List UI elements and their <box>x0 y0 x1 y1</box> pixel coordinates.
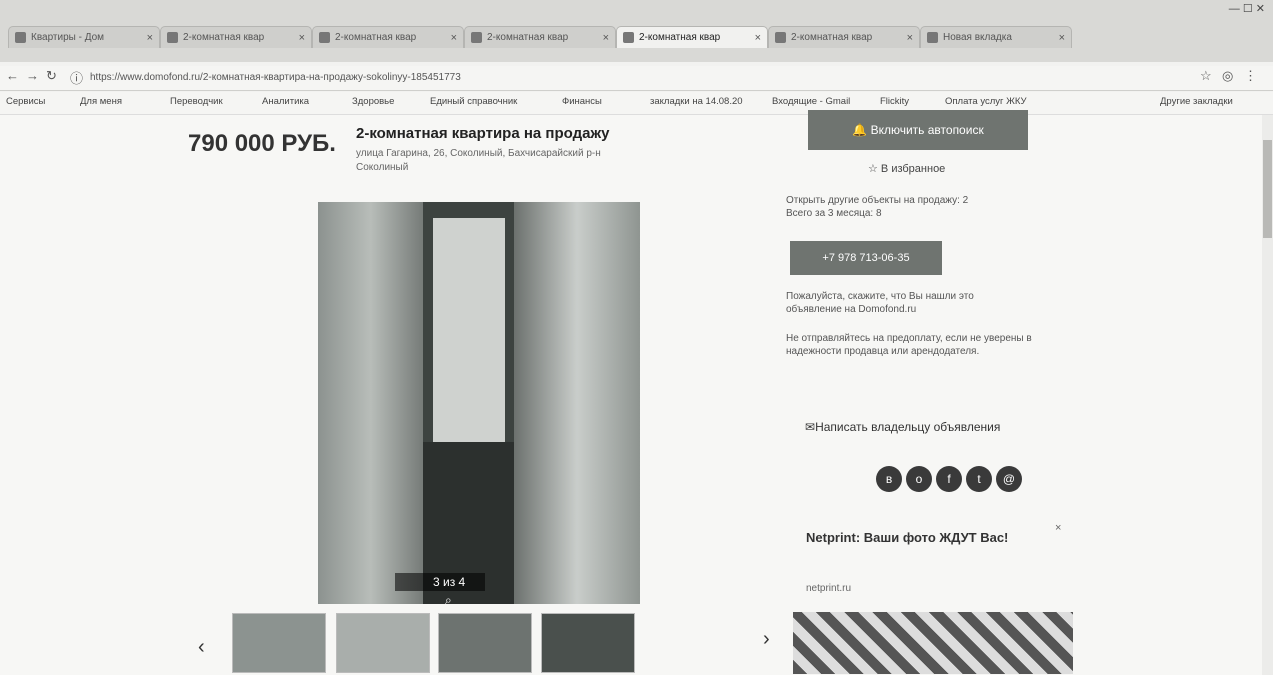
bookmark-item[interactable]: Flickity <box>880 96 909 107</box>
listing-address: улица Гагарина, 26, Соколиный, Бахчисара… <box>356 147 666 175</box>
photo-thumbnail[interactable] <box>232 613 326 673</box>
browser-tab[interactable]: 2-комнатная квар × <box>312 26 464 48</box>
autoalert-label: Включить автопоиск <box>870 123 984 137</box>
zoom-icon[interactable]: ⌕ <box>445 593 452 607</box>
photo-curtain-right <box>514 202 640 604</box>
listing-title: 2-комнатная квартира на продажу <box>356 125 610 142</box>
favicon-icon <box>319 32 330 43</box>
bookmark-item[interactable]: Аналитика <box>262 96 309 107</box>
notice-prepayment: Не отправляйтесь на предоплату, если не … <box>786 333 1032 357</box>
ad-close-icon[interactable]: × <box>1055 522 1061 534</box>
browser-tab[interactable]: 2-комнатная квар × <box>160 26 312 48</box>
photo-curtain-left <box>318 202 423 604</box>
listing-photo[interactable] <box>318 202 640 604</box>
similar-text-2: Всего за 3 месяца: 8 <box>786 208 882 219</box>
browser-tab[interactable]: Новая вкладка × <box>920 26 1072 48</box>
favicon-icon <box>471 32 482 43</box>
bookmark-item[interactable]: Здоровье <box>352 96 394 107</box>
close-icon[interactable]: × <box>1059 27 1065 48</box>
bookmark-item[interactable]: закладки на 14.08.20 <box>650 96 743 107</box>
bookmark-item[interactable]: Переводчик <box>170 96 223 107</box>
share-twitter-icon[interactable]: t <box>966 466 992 492</box>
tab-label: 2-комнатная квар <box>183 32 265 43</box>
star-icon: ☆ <box>868 163 881 175</box>
bookmark-item[interactable]: Финансы <box>562 96 602 107</box>
write-owner-link[interactable]: ✉Написать владельцу объявления <box>805 420 1000 434</box>
bookmark-item[interactable]: Другие закладки <box>1160 96 1233 107</box>
menu-icon[interactable]: ⋮ <box>1244 68 1257 84</box>
tab-label: Квартиры - Дом <box>31 32 105 43</box>
browser-tab[interactable]: 2-комнатная квар × <box>464 26 616 48</box>
favicon-icon <box>623 32 634 43</box>
photo-thumbnail[interactable] <box>438 613 532 673</box>
bookmark-item[interactable]: Для меня <box>80 96 122 107</box>
share-ok-icon[interactable]: о <box>906 466 932 492</box>
tab-label: 2-комнатная квар <box>487 32 569 43</box>
bookmarks-bar: Сервисы Для меня Переводчик Аналитика Зд… <box>0 92 1273 115</box>
show-phone-button[interactable]: +7 978 713-06-35 <box>790 241 942 275</box>
similar-text[interactable]: Открыть другие объекты на продажу: 2 <box>786 195 968 206</box>
photo-thumbnail[interactable] <box>541 613 635 673</box>
close-icon[interactable]: × <box>603 27 609 48</box>
write-owner-label: Написать владельцу объявления <box>815 420 1001 434</box>
close-icon[interactable]: × <box>451 27 457 48</box>
close-icon[interactable]: × <box>907 27 913 48</box>
notice-found-on: Пожалуйста, скажите, что Вы нашли это об… <box>786 291 974 315</box>
close-icon[interactable]: × <box>755 27 761 48</box>
bookmark-item[interactable]: Сервисы <box>6 96 45 107</box>
reload-icon[interactable]: ↻ <box>46 68 57 84</box>
thumbnail-prev-arrow[interactable]: ‹ <box>198 636 205 659</box>
bell-icon: 🔔 <box>852 123 871 137</box>
window-controls[interactable]: — ☐ ✕ <box>1229 2 1265 15</box>
tab-label: 2-комнатная квар <box>639 32 721 43</box>
photo-doorway <box>433 218 607 448</box>
bookmark-item[interactable]: Единый справочник <box>430 96 517 107</box>
forward-icon[interactable]: → <box>26 68 39 83</box>
favorite-link[interactable]: ☆ В избранное <box>868 162 945 175</box>
autoalert-button[interactable]: 🔔 Включить автопоиск <box>808 110 1028 150</box>
thumbnail-next-arrow[interactable]: › <box>763 628 770 651</box>
ad-title[interactable]: Netprint: Ваши фото ЖДУТ Вас! <box>806 530 1046 546</box>
bookmark-item[interactable]: Оплата услуг ЖКУ <box>945 96 1027 107</box>
tab-label: 2-комнатная квар <box>335 32 417 43</box>
share-vk-icon[interactable]: в <box>876 466 902 492</box>
browser-tab[interactable]: Квартиры - Дом × <box>8 26 160 48</box>
tab-label: Новая вкладка <box>943 32 1012 43</box>
envelope-icon: ✉ <box>805 420 816 434</box>
listing-price: 790 000 РУБ. <box>188 130 336 157</box>
share-facebook-icon[interactable]: f <box>936 466 962 492</box>
url-field[interactable]: https://www.domofond.ru/2-комнатная-квар… <box>90 70 990 86</box>
browser-tab-active[interactable]: 2-комнатная квар × <box>616 26 768 48</box>
star-icon[interactable]: ☆ <box>1200 68 1212 84</box>
browser-tab[interactable]: 2-комнатная квар × <box>768 26 920 48</box>
favorite-label: В избранное <box>880 163 946 175</box>
favicon-icon <box>775 32 786 43</box>
photo-counter-text: 3 из 4 <box>433 575 466 589</box>
tab-label: 2-комнатная квар <box>791 32 873 43</box>
ad-image[interactable] <box>793 612 1073 674</box>
close-icon[interactable]: × <box>299 27 305 48</box>
favicon-icon <box>927 32 938 43</box>
info-icon[interactable]: ⓘ <box>70 68 83 87</box>
favicon-icon <box>15 32 26 43</box>
scrollbar-thumb[interactable] <box>1263 140 1272 238</box>
share-mail-icon[interactable]: @ <box>996 466 1022 492</box>
ad-url[interactable]: netprint.ru <box>806 583 851 594</box>
photo-thumbnail[interactable] <box>336 613 430 673</box>
back-icon[interactable]: ← <box>6 68 19 83</box>
similar-objects-text: Открыть другие объекты на продажу: 2 Все… <box>786 194 1026 220</box>
close-icon[interactable]: × <box>147 27 153 48</box>
photo-counter: 3 из 4 ⌕ <box>395 573 485 607</box>
address-line-2: Соколиный <box>356 162 409 173</box>
favicon-icon <box>167 32 178 43</box>
account-icon[interactable]: ◎ <box>1222 68 1233 84</box>
address-line: улица Гагарина, 26, Соколиный, Бахчисара… <box>356 148 601 159</box>
bookmark-item[interactable]: Входящие - Gmail <box>772 96 850 107</box>
